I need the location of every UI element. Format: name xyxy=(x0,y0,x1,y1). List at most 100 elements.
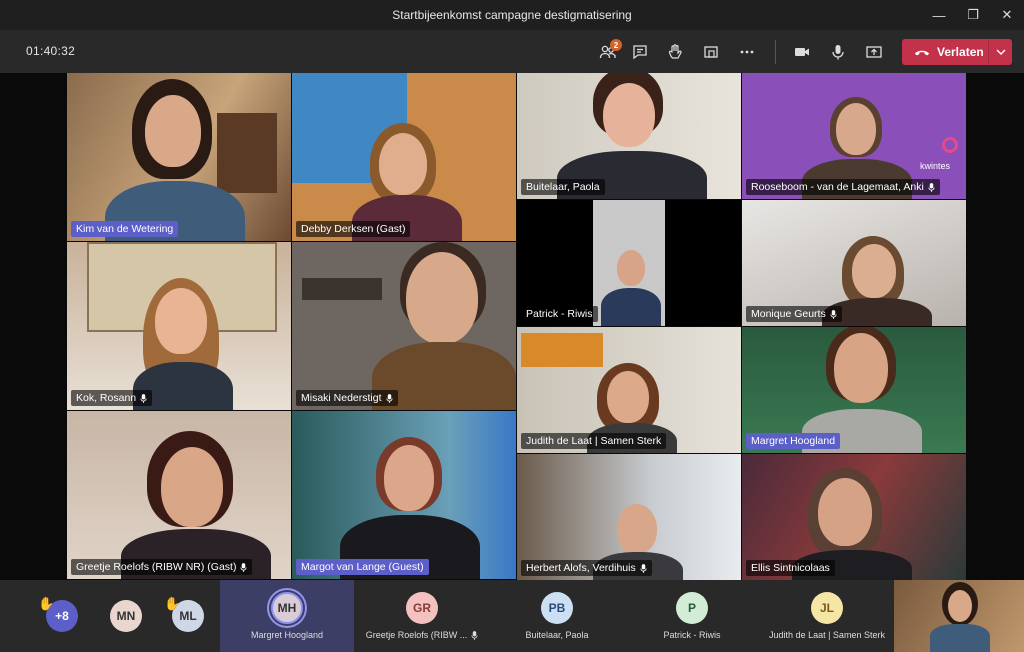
participant-name-tag: Judith de Laat | Samen Sterk xyxy=(521,433,667,449)
tray-label: Margret Hoogland xyxy=(250,630,324,640)
participant-name: Kok, Rosann xyxy=(76,392,137,404)
video-tile[interactable]: Kim van de Wetering xyxy=(67,73,291,241)
wall-painting xyxy=(521,333,603,367)
maximize-icon[interactable]: ❐ xyxy=(956,0,990,30)
participants-button[interactable]: 2 xyxy=(594,38,622,66)
tray-label: Greetje Roelofs (RIBW ... xyxy=(365,630,468,640)
participant-name-tag: Patrick - Riwis xyxy=(521,306,598,322)
video-tile[interactable]: Patrick - Riwis xyxy=(517,200,741,326)
participants-badge: 2 xyxy=(610,39,622,51)
meeting-toolbar: 01:40:32 2 Verlaten xyxy=(0,30,1024,73)
close-icon[interactable]: ✕ xyxy=(990,0,1024,30)
leave-label: Verlaten xyxy=(937,45,984,59)
chevron-down-icon xyxy=(996,49,1005,55)
video-tile[interactable]: Margot van Lange (Guest) xyxy=(292,411,516,579)
participant-tray: +8 ✋ MN ML ✋ MH Margret Hoogland GR Gree… xyxy=(0,580,1024,652)
window-title: Startbijeenkomst campagne destigmatiseri… xyxy=(392,8,632,22)
microphone-icon xyxy=(140,393,147,403)
tray-label: Patrick - Riwis xyxy=(663,630,721,640)
leave-button[interactable]: Verlaten xyxy=(902,39,1012,65)
video-tile[interactable]: Buitelaar, Paola xyxy=(517,73,741,199)
video-tile[interactable]: Ellis Sintnicolaas xyxy=(742,454,966,580)
participant-name-tag: Herbert Alofs, Verdihuis xyxy=(521,560,652,576)
video-tile[interactable]: Kok, Rosann xyxy=(67,242,291,410)
participant-name: Debby Derksen (Gast) xyxy=(301,223,406,235)
tray-item[interactable]: GR Greetje Roelofs (RIBW ... xyxy=(355,580,489,652)
self-view-body xyxy=(930,624,990,652)
participant-name-tag: Margot van Lange (Guest) xyxy=(296,559,429,575)
title-bar: Startbijeenkomst campagne destigmatiseri… xyxy=(0,0,1024,30)
tray-label: Judith de Laat | Samen Sterk xyxy=(769,630,885,640)
tray-label: Buitelaar, Paola xyxy=(525,630,589,640)
share-button[interactable] xyxy=(860,38,888,66)
video-tile[interactable]: Judith de Laat | Samen Sterk xyxy=(517,327,741,453)
participant-name: Herbert Alofs, Verdihuis xyxy=(526,562,636,574)
microphone-icon xyxy=(832,45,844,60)
tray-label-row: Greetje Roelofs (RIBW ... xyxy=(366,630,479,640)
participant-name: Greetje Roelofs (RIBW NR) (Gast) xyxy=(76,561,237,573)
room-icon xyxy=(704,46,718,58)
self-view-face xyxy=(948,590,972,622)
self-view-video[interactable] xyxy=(894,580,1024,652)
raised-hand-icon: ✋ xyxy=(164,596,181,611)
mic-button[interactable] xyxy=(824,38,852,66)
participant-name-tag: Kim van de Wetering xyxy=(71,221,179,237)
raised-hand-icon: ✋ xyxy=(38,596,55,611)
participant-name: Rooseboom - van de Lagemaat, Anki xyxy=(751,181,924,193)
hand-icon xyxy=(668,44,682,59)
participant-name-tag: Greetje Roelofs (RIBW NR) (Gast) xyxy=(71,559,253,575)
participant-name-tag: Kok, Rosann xyxy=(71,390,153,406)
tray-item[interactable]: PB Buitelaar, Paola xyxy=(490,580,624,652)
chat-icon xyxy=(633,45,647,60)
participant-name: Misaki Nederstigt xyxy=(301,392,382,404)
wall-pictures xyxy=(302,278,382,300)
avatar: MH xyxy=(271,592,303,624)
tray-item[interactable]: P Patrick - Riwis xyxy=(625,580,759,652)
avatar: JL xyxy=(811,592,843,624)
share-screen-icon xyxy=(866,46,882,58)
participant-name-tag: Margret Hoogland xyxy=(746,433,841,449)
camera-icon xyxy=(795,48,809,56)
video-tile[interactable]: Misaki Nederstigt xyxy=(292,242,516,410)
video-tile[interactable]: Herbert Alofs, Verdihuis xyxy=(517,454,741,580)
microphone-icon xyxy=(240,562,248,572)
participant-name: Margret Hoogland xyxy=(751,435,836,447)
video-tile[interactable]: Margret Hoogland xyxy=(742,327,966,453)
raise-hand-button[interactable] xyxy=(661,38,689,66)
avatar: GR xyxy=(406,592,438,624)
video-tile[interactable]: Greetje Roelofs (RIBW NR) (Gast) xyxy=(67,411,291,579)
participant-name: Buitelaar, Paola xyxy=(526,181,600,193)
more-actions-button[interactable] xyxy=(733,38,761,66)
chat-button[interactable] xyxy=(626,38,654,66)
meeting-timer: 01:40:32 xyxy=(26,44,76,58)
logo-circle xyxy=(942,137,958,153)
tray-item[interactable]: ML ✋ xyxy=(156,580,220,652)
leave-main[interactable]: Verlaten xyxy=(902,39,988,65)
tray-item[interactable]: MN xyxy=(94,580,158,652)
camera-button[interactable] xyxy=(788,38,816,66)
breakout-button[interactable] xyxy=(697,38,725,66)
tray-item-overflow[interactable]: +8 ✋ xyxy=(30,580,94,652)
bookshelf xyxy=(217,113,277,193)
minimize-icon[interactable]: — xyxy=(922,0,956,30)
tray-item-speaking[interactable]: MH Margret Hoogland xyxy=(220,580,354,652)
participant-name-tag: Rooseboom - van de Lagemaat, Anki xyxy=(746,179,940,195)
avatar: P xyxy=(676,592,708,624)
participant-name-tag: Debby Derksen (Gast) xyxy=(296,221,411,237)
participant-name: Patrick - Riwis xyxy=(526,308,593,320)
microphone-icon xyxy=(640,563,647,573)
toolbar-divider xyxy=(775,40,776,64)
participant-name: Kim van de Wetering xyxy=(76,223,174,235)
microphone-icon xyxy=(928,182,935,192)
participant-name-tag: Ellis Sintnicolaas xyxy=(746,560,835,576)
microphone-icon xyxy=(385,393,393,403)
tray-item[interactable]: JL Judith de Laat | Samen Sterk xyxy=(760,580,894,652)
leave-dropdown[interactable] xyxy=(988,39,1012,65)
more-icon xyxy=(740,50,754,54)
video-tile[interactable]: Debby Derksen (Gast) xyxy=(292,73,516,241)
video-tile[interactable]: Monique Geurts xyxy=(742,200,966,326)
hangup-phone-icon xyxy=(914,50,930,55)
video-tile[interactable]: kwintes Rooseboom - van de Lagemaat, Ank… xyxy=(742,73,966,199)
participant-name: Judith de Laat | Samen Sterk xyxy=(526,435,662,447)
participant-name-tag: Monique Geurts xyxy=(746,306,842,322)
